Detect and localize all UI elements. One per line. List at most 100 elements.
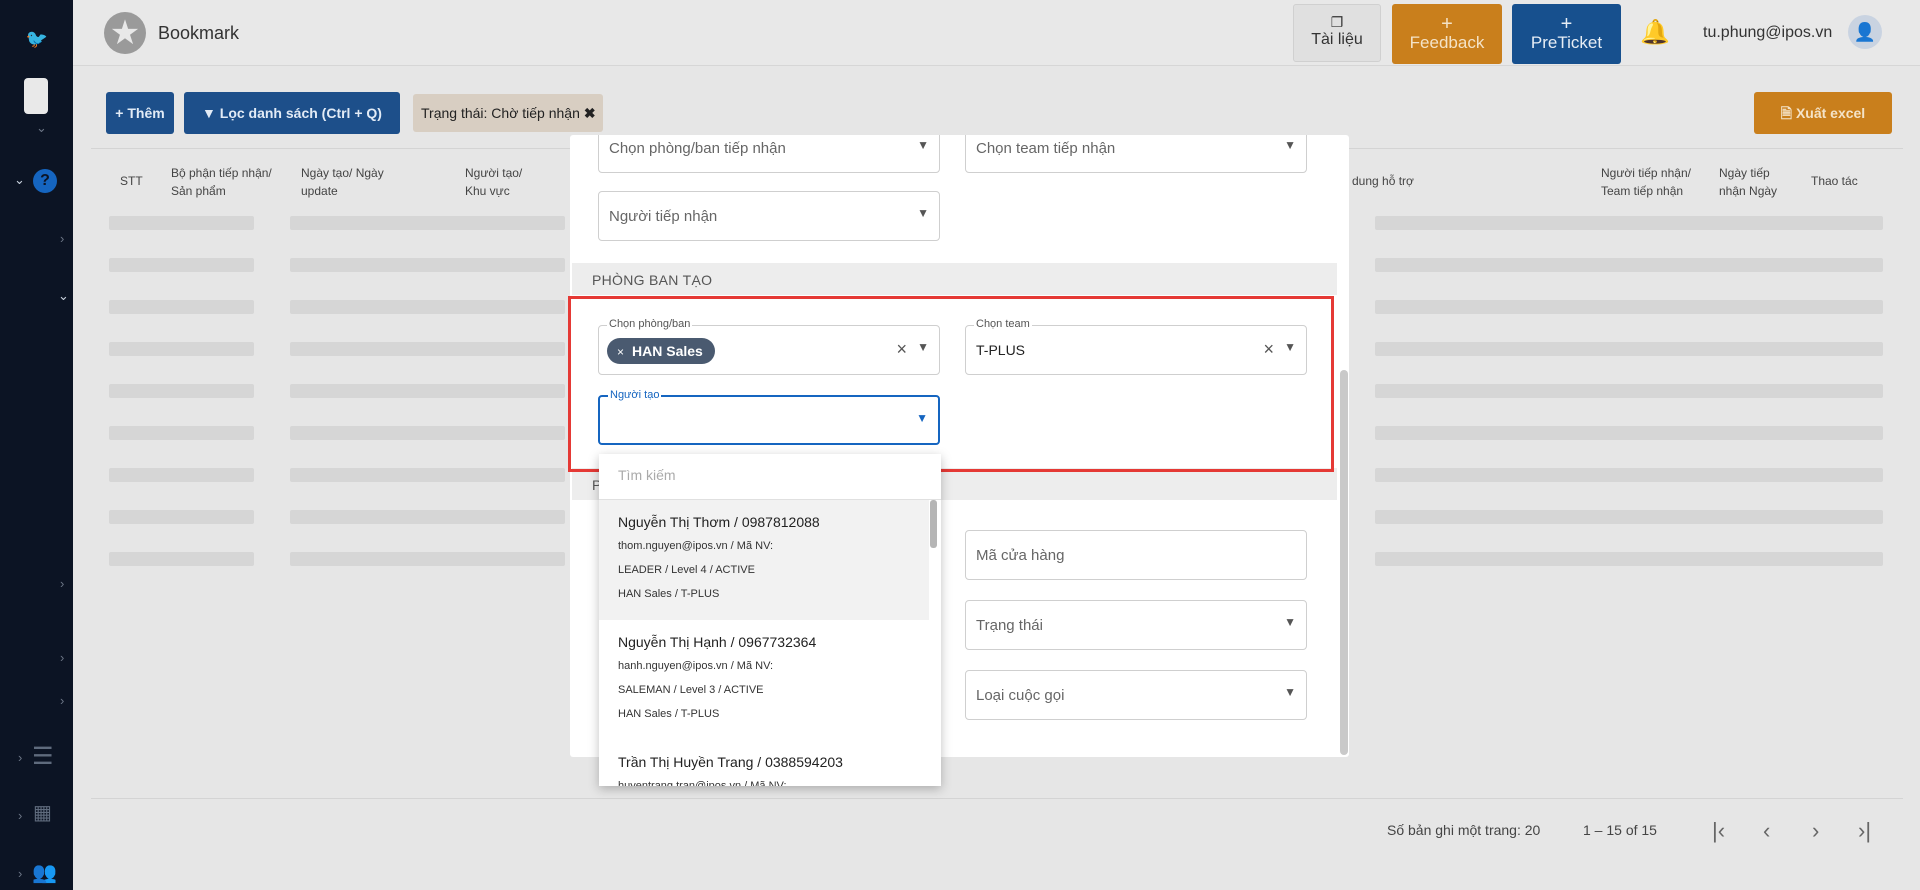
dropdown-scrollbar[interactable] — [930, 500, 937, 548]
skeleton-cell — [290, 258, 565, 272]
dialog-scrollbar[interactable] — [1340, 370, 1348, 755]
skeleton-cell — [290, 384, 565, 398]
chevron-right-icon[interactable]: › — [18, 866, 22, 881]
skeleton-cell — [109, 510, 254, 524]
caret-down-icon: ▼ — [1284, 615, 1296, 629]
team-tiep-nhan-placeholder: Chọn team tiếp nhận — [976, 140, 1116, 157]
nguoi-tiep-nhan-placeholder: Người tiếp nhận — [609, 208, 718, 225]
preticket-button[interactable]: + PreTicket — [1512, 4, 1621, 64]
skeleton-cell — [290, 426, 565, 440]
skeleton-cell — [109, 426, 254, 440]
chevron-down-icon[interactable]: ⌄ — [36, 120, 47, 136]
page-range: 1 – 15 of 15 — [1583, 822, 1657, 838]
skeleton-cell — [1375, 300, 1883, 314]
skeleton-cell — [1375, 552, 1883, 566]
next-page-icon[interactable]: › — [1812, 818, 1819, 844]
skeleton-cell — [109, 552, 254, 566]
skeleton-cell — [1375, 216, 1883, 230]
skeleton-cell — [290, 552, 565, 566]
skeleton-cell — [1375, 258, 1883, 272]
ma-cua-hang-input[interactable]: Mã cửa hàng — [965, 530, 1307, 580]
chevron-right-icon[interactable]: › — [60, 576, 64, 591]
list-icon[interactable]: ☰ — [32, 742, 54, 771]
nguoi-tiep-nhan-select[interactable]: Người tiếp nhận ▼ — [598, 191, 940, 241]
status-filter-chip[interactable]: Trạng thái: Chờ tiếp nhận ✖ — [413, 94, 603, 132]
help-icon[interactable]: ? — [33, 169, 57, 193]
export-excel-label: Xuất excel — [1795, 105, 1866, 121]
filter-list-label: Lọc danh sách (Ctrl + Q) — [219, 105, 382, 121]
list-item-detail: HAN Sales / T-PLUS — [618, 708, 720, 720]
feedback-label: Feedback — [1409, 33, 1485, 52]
loai-cuoc-goi-placeholder: Loại cuộc gọi — [976, 687, 1065, 704]
list-item-name: Nguyễn Thị Hạnh / 0967732364 — [618, 634, 817, 650]
list-item-name: Trần Thị Huyền Trang / 0388594203 — [618, 754, 843, 770]
plus-icon: + — [1560, 13, 1573, 35]
list-item[interactable]: Trần Thị Huyền Trang / 0388594203 huyent… — [599, 740, 929, 786]
table-header: Thao tác — [1811, 174, 1858, 188]
loai-cuoc-goi-select[interactable]: Loại cuộc gọi ▼ — [965, 670, 1307, 720]
table-header: Bộ phận tiếp nhận/ Sản phẩm — [171, 166, 272, 198]
skeleton-cell — [109, 258, 254, 272]
user-email[interactable]: tu.phung@ipos.vn — [1703, 24, 1832, 42]
skeleton-cell — [109, 342, 254, 356]
chevron-right-icon[interactable]: › — [18, 750, 22, 765]
document-icon: ❐ — [1330, 14, 1344, 30]
avatar[interactable]: 👤 — [1848, 15, 1882, 49]
sidebar-toggle[interactable] — [24, 78, 48, 114]
file-icon: 🗎 — [1780, 105, 1796, 121]
dropdown-search-input[interactable]: Tìm kiếm — [599, 454, 941, 500]
sidebar: 🐦 ⌄ ⌄ ? › ⌄ › › › › ☰ › ▦ › 👥 — [0, 0, 73, 890]
chart-icon[interactable]: ▦ — [33, 800, 52, 825]
prev-page-icon[interactable]: ‹ — [1763, 818, 1770, 844]
list-item-detail: thom.nguyen@ipos.vn / Mã NV: — [618, 540, 774, 552]
skeleton-cell — [290, 300, 565, 314]
feedback-button[interactable]: + Feedback — [1392, 4, 1502, 64]
caret-down-icon: ▼ — [917, 206, 929, 220]
export-excel-button[interactable]: 🗎 Xuất excel — [1754, 92, 1892, 134]
phong-ban-tiep-nhan-select[interactable]: Chọn phòng/ban tiếp nhận ▼ — [598, 135, 940, 173]
list-item[interactable]: Nguyễn Thị Hạnh / 0967732364 hanh.nguyen… — [599, 620, 929, 740]
filter-icon: ▼ — [202, 105, 220, 121]
list-item[interactable]: Nguyễn Thị Thơm / 0987812088 thom.nguyen… — [599, 500, 929, 620]
plus-icon: + — [1441, 13, 1453, 35]
caret-down-icon: ▼ — [1284, 138, 1296, 152]
chevron-down-icon[interactable]: ⌄ — [14, 172, 25, 188]
table-header: dung hỗ trợ — [1352, 174, 1414, 188]
trang-thai-select[interactable]: Trạng thái ▼ — [965, 600, 1307, 650]
close-icon[interactable]: ✖ — [584, 105, 596, 121]
tai-lieu-button[interactable]: ❐ Tài liệu — [1293, 4, 1381, 62]
star-icon[interactable]: ★ — [104, 12, 146, 54]
section-title: PHÒNG BAN TẠO — [592, 272, 713, 288]
ma-cua-hang-placeholder: Mã cửa hàng — [976, 547, 1065, 564]
skeleton-cell — [109, 300, 254, 314]
chevron-right-icon[interactable]: › — [60, 231, 64, 246]
skeleton-cell — [1375, 384, 1883, 398]
page-title: Bookmark — [158, 23, 240, 43]
skeleton-cell — [109, 216, 254, 230]
section-header: PHÒNG BAN TẠO — [572, 263, 1337, 295]
chevron-down-icon[interactable]: ⌄ — [58, 288, 69, 304]
add-button[interactable]: + Thêm — [106, 92, 174, 134]
skeleton-cell — [1375, 342, 1883, 356]
last-page-icon[interactable]: ›| — [1858, 818, 1871, 844]
users-icon[interactable]: 👥 — [32, 860, 57, 885]
skeleton-cell — [109, 468, 254, 482]
bell-icon[interactable]: 🔔 — [1640, 18, 1670, 47]
page-size-label[interactable]: Số bản ghi một trang: 20 — [1387, 822, 1540, 838]
chevron-right-icon[interactable]: › — [60, 693, 64, 708]
table-header: Người tạo/ Khu vực — [465, 166, 523, 198]
list-item-detail: SALEMAN / Level 3 / ACTIVE — [618, 684, 764, 696]
list-item-name: Nguyễn Thị Thơm / 0987812088 — [618, 514, 820, 530]
skeleton-cell — [1375, 468, 1883, 482]
status-filter-label: Trạng thái: Chờ tiếp nhận — [421, 105, 580, 121]
team-tiep-nhan-select[interactable]: Chọn team tiếp nhận ▼ — [965, 135, 1307, 173]
first-page-icon[interactable]: |‹ — [1712, 818, 1725, 844]
bird-logo-icon[interactable]: 🐦 — [24, 26, 50, 52]
chevron-right-icon[interactable]: › — [60, 650, 64, 665]
skeleton-cell — [290, 216, 565, 230]
chevron-right-icon[interactable]: › — [18, 808, 22, 823]
filter-list-button[interactable]: ▼ Lọc danh sách (Ctrl + Q) — [184, 92, 400, 134]
list-item-detail: huyentrang.tran@ipos.vn / Mã NV: — [618, 780, 787, 786]
table-header: Ngày tạo/ Ngày update — [301, 166, 384, 198]
list-item-detail: hanh.nguyen@ipos.vn / Mã NV: — [618, 660, 774, 672]
